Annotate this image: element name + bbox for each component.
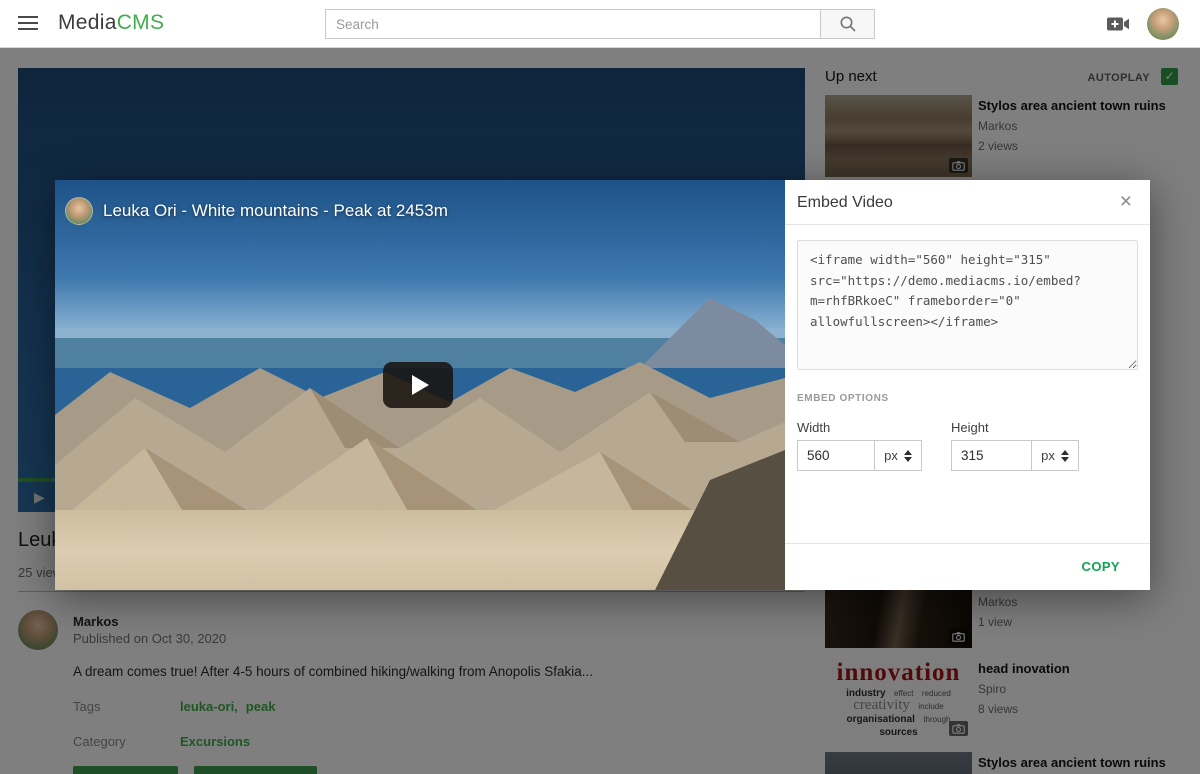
height-unit-select[interactable]: px [1031, 440, 1079, 471]
embed-options-label: EMBED OPTIONS [797, 393, 889, 404]
search-button[interactable] [820, 9, 875, 39]
preview-video-title[interactable]: Leuka Ori - White mountains - Peak at 24… [103, 201, 448, 221]
preview-author-avatar[interactable] [65, 197, 93, 225]
stepper-arrows-icon [904, 450, 912, 462]
search-icon [838, 14, 858, 34]
logo-media: Media [58, 11, 117, 34]
height-label: Height [951, 420, 989, 435]
page: ▶ Leuka Ori - White mountains - Peak at … [0, 0, 1200, 774]
menu-icon[interactable] [18, 16, 38, 31]
divider [785, 543, 1150, 544]
preview-titlebar: Leuka Ori - White mountains - Peak at 24… [55, 180, 785, 242]
search-form [325, 9, 875, 39]
play-button[interactable] [383, 362, 453, 408]
embed-preview-player[interactable]: Leuka Ori - White mountains - Peak at 24… [55, 180, 785, 590]
avatar[interactable] [1147, 8, 1179, 40]
embed-video-modal: Leuka Ori - White mountains - Peak at 24… [55, 180, 1150, 590]
divider [785, 224, 1150, 225]
copy-button[interactable]: COPY [1082, 559, 1120, 574]
top-bar: MediaCMS [0, 0, 1200, 48]
search-input[interactable] [325, 9, 820, 39]
width-unit-value: px [884, 448, 898, 463]
width-input[interactable] [797, 440, 874, 471]
height-unit-value: px [1041, 448, 1055, 463]
height-input[interactable] [951, 440, 1031, 471]
width-label: Width [797, 420, 830, 435]
modal-title: Embed Video [797, 194, 893, 212]
add-media-icon[interactable] [1106, 15, 1130, 38]
play-icon [412, 375, 429, 395]
width-unit-select[interactable]: px [874, 440, 922, 471]
embed-options-panel: Embed Video × <iframe width="560" height… [785, 180, 1150, 590]
logo[interactable]: MediaCMS [58, 11, 164, 35]
close-icon[interactable]: × [1120, 192, 1132, 212]
stepper-arrows-icon [1061, 450, 1069, 462]
logo-cms: CMS [117, 11, 165, 34]
embed-code-textarea[interactable]: <iframe width="560" height="315" src="ht… [797, 240, 1138, 370]
